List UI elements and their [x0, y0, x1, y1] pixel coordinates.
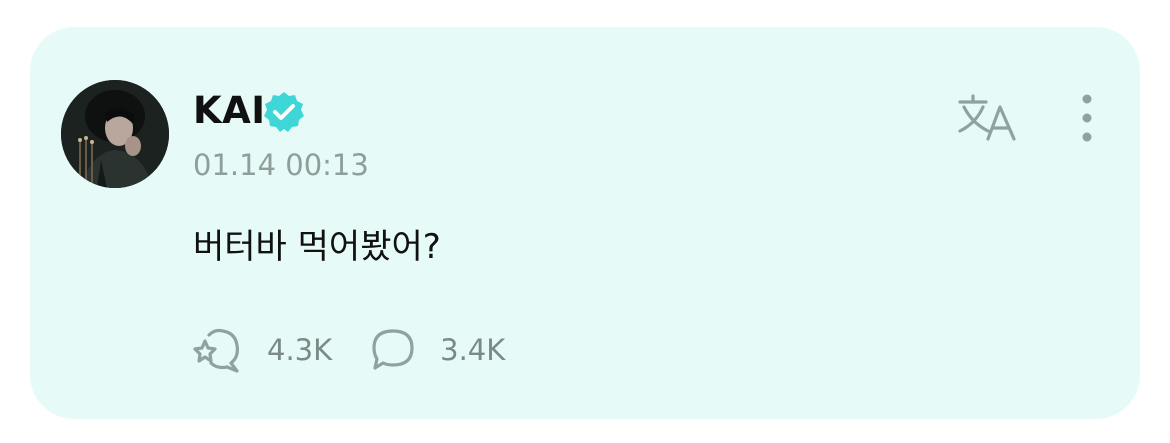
comment-button[interactable]: 3.4K [370, 327, 505, 373]
avatar-image [61, 80, 169, 188]
post-card[interactable]: KAI 01.14 00:13 버터바 먹어봤어? 4.3K 3.4K [30, 27, 1140, 419]
post-timestamp: 01.14 00:13 [193, 148, 369, 182]
verified-badge-icon [264, 92, 304, 132]
post-body: 버터바 먹어봤어? [193, 227, 441, 267]
avatar[interactable] [61, 80, 169, 188]
comment-count: 3.4K [440, 333, 506, 367]
like-count: 4.3K [267, 333, 333, 367]
comment-bubble-icon [372, 329, 414, 370]
translate-icon[interactable] [956, 93, 1020, 143]
author-name[interactable]: KAI [193, 89, 266, 133]
like-button[interactable]: 4.3K [193, 327, 332, 373]
more-vertical-icon[interactable] [1072, 93, 1102, 145]
heart-fan-icon [193, 328, 239, 373]
post-actions: 4.3K 3.4K [193, 327, 505, 373]
